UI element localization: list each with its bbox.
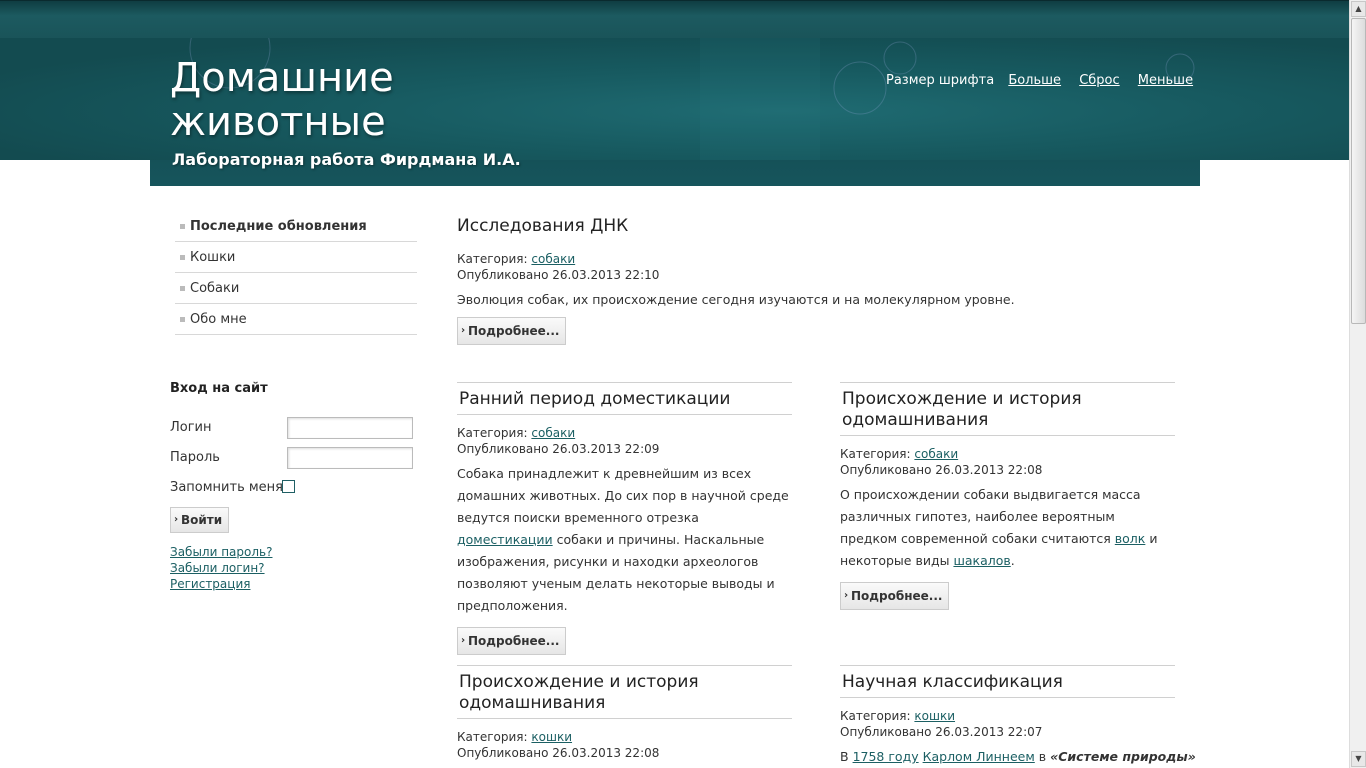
read-more-button[interactable]: › Подробнее... <box>457 317 567 345</box>
sidebar-menu: Последние обновления Кошки Собаки Обо мн… <box>175 211 417 335</box>
password-label: Пароль <box>170 450 220 465</box>
article-published: Опубликовано 26.03.2013 22:10 <box>457 268 660 282</box>
login-button[interactable]: › Войти <box>170 507 230 533</box>
chevron-right-icon: › <box>461 325 466 336</box>
bullet-icon <box>180 224 185 229</box>
register-link[interactable]: Регистрация <box>170 576 272 592</box>
article-text: О происхождении собаки выдвигается масса… <box>840 487 1158 568</box>
linnaeus-link[interactable]: Карлом Линнеем <box>923 749 1035 764</box>
article-origin-dogs: Происхождение и история одомашнивания Ка… <box>840 382 1175 610</box>
wolf-link[interactable]: волк <box>1115 531 1146 546</box>
article-category: Категория: собаки <box>840 447 959 461</box>
read-more-button[interactable]: › Подробнее... <box>457 627 567 655</box>
article-text: В 1758 году Карлом Линнеем в «Системе пр… <box>840 749 1196 764</box>
bullet-icon <box>180 286 185 291</box>
login-title: Вход на сайт <box>170 381 268 396</box>
article-title[interactable]: Научная классификация <box>840 665 1175 698</box>
article-dna: Исследования ДНК Категория: собаки Опубл… <box>457 216 1175 345</box>
category-link[interactable]: кошки <box>531 730 572 744</box>
year-link[interactable]: 1758 году <box>853 749 919 764</box>
article-domestication: Ранний период доместикации Категория: со… <box>457 382 792 655</box>
article-category: Категория: кошки <box>457 730 573 744</box>
font-reset-link[interactable]: Сброс <box>1079 73 1119 88</box>
article-published: Опубликовано 26.03.2013 22:08 <box>840 463 1043 477</box>
bullet-icon <box>180 317 185 322</box>
arrow-down-icon[interactable]: ▼ <box>1351 751 1366 767</box>
menu-item-label: Собаки <box>190 281 240 296</box>
article-category: Категория: кошки <box>840 709 956 723</box>
article-title[interactable]: Исследования ДНК <box>457 216 1175 237</box>
bullet-icon <box>180 255 185 260</box>
category-link[interactable]: собаки <box>531 426 575 440</box>
menu-item-label: Кошки <box>190 250 236 265</box>
article-text: Эволюция собак, их происхождение сегодня… <box>457 292 1015 307</box>
scrollbar-thumb[interactable] <box>1351 18 1366 324</box>
menu-item-label: Последние обновления <box>190 219 367 234</box>
menu-item-dogs[interactable]: Собаки <box>175 273 417 304</box>
article-origin-cats: Происхождение и история одомашнивания Ка… <box>457 665 792 761</box>
article-published: Опубликовано 26.03.2013 22:08 <box>457 746 660 760</box>
article-category: Категория: собаки <box>457 252 576 266</box>
article-classification: Научная классификация Категория: кошки О… <box>840 665 1196 768</box>
article-published: Опубликовано 26.03.2013 22:09 <box>457 442 660 456</box>
username-label: Логин <box>170 420 212 435</box>
chevron-right-icon: › <box>461 635 466 646</box>
article-published: Опубликовано 26.03.2013 22:07 <box>840 725 1043 739</box>
top-bar <box>0 0 1349 38</box>
domestication-link[interactable]: доместикации <box>457 532 553 547</box>
article-title[interactable]: Происхождение и история одомашнивания <box>457 665 792 719</box>
read-more-button[interactable]: › Подробнее... <box>840 582 950 610</box>
category-link[interactable]: собаки <box>531 252 575 266</box>
category-link[interactable]: собаки <box>914 447 958 461</box>
category-link[interactable]: кошки <box>914 709 955 723</box>
login-links: Забыли пароль? Забыли логин? Регистрация <box>170 544 272 592</box>
menu-item-about[interactable]: Обо мне <box>175 304 417 335</box>
menu-item-latest[interactable]: Последние обновления <box>175 211 417 242</box>
forgot-password-link[interactable]: Забыли пароль? <box>170 544 272 560</box>
remember-label: Запомнить меня <box>170 480 284 495</box>
site-subtitle: Лабораторная работа Фирдмана И.А. <box>172 150 521 169</box>
vertical-scrollbar[interactable]: ▲ ▼ <box>1349 0 1366 768</box>
article-text: Собака принадлежит к древнейшим из всех … <box>457 466 789 613</box>
forgot-login-link[interactable]: Забыли логин? <box>170 560 272 576</box>
font-size-label: Размер шрифта <box>886 73 995 88</box>
font-size-controls: Размер шрифта Больше Сброс Меньше <box>886 73 1193 88</box>
arrow-up-icon[interactable]: ▲ <box>1351 1 1366 17</box>
remember-checkbox[interactable] <box>282 480 295 493</box>
article-category: Категория: собаки <box>457 426 576 440</box>
font-smaller-link[interactable]: Меньше <box>1138 73 1193 88</box>
article-title[interactable]: Ранний период доместикации <box>457 382 792 415</box>
menu-item-cats[interactable]: Кошки <box>175 242 417 273</box>
site-title[interactable]: Домашние животные <box>170 56 490 144</box>
menu-item-label: Обо мне <box>190 312 247 327</box>
username-input[interactable] <box>287 417 413 439</box>
font-bigger-link[interactable]: Больше <box>1008 73 1061 88</box>
chevron-right-icon: › <box>174 514 179 525</box>
article-title[interactable]: Происхождение и история одомашнивания <box>840 382 1175 436</box>
password-input[interactable] <box>287 447 413 469</box>
jackals-link[interactable]: шакалов <box>953 553 1010 568</box>
chevron-right-icon: › <box>844 590 849 601</box>
